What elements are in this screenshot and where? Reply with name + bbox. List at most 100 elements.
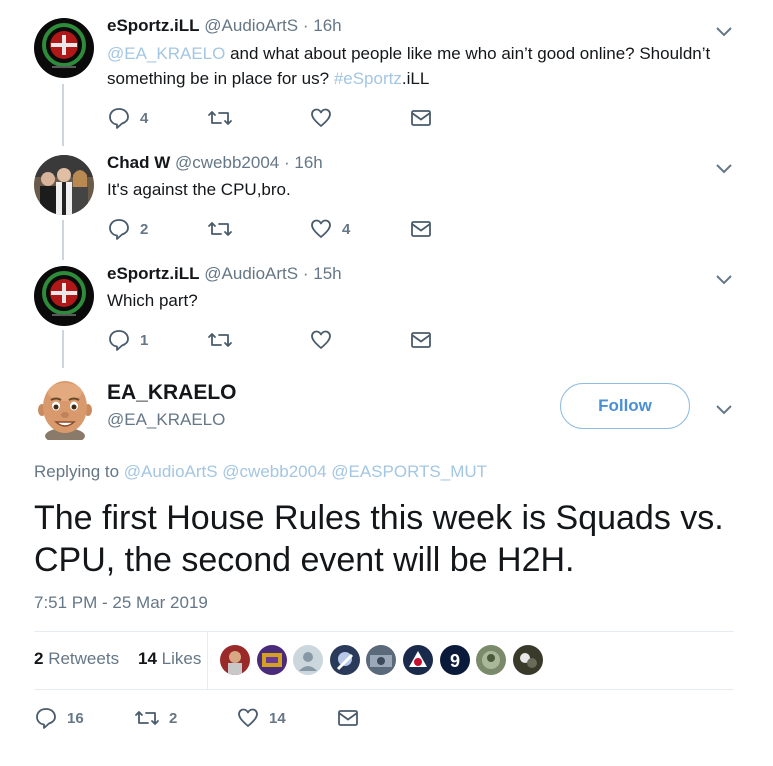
retweet-button[interactable]: 2 <box>134 706 177 730</box>
like-count: 4 <box>342 220 351 238</box>
message-button[interactable] <box>410 217 432 241</box>
liker-avatar[interactable] <box>256 645 287 675</box>
tweet-time[interactable]: 16h <box>294 153 322 172</box>
reply-icon <box>36 708 56 729</box>
liker-avatar[interactable]: 9 <box>439 645 470 675</box>
message-button[interactable] <box>337 706 359 730</box>
display-name[interactable]: Chad W <box>107 153 170 172</box>
tweet-header: eSportz.iLL @AudioArtS · 15h <box>107 264 342 284</box>
separator-dot: · <box>302 16 309 35</box>
heart-icon <box>311 330 331 349</box>
retweet-icon <box>208 333 232 347</box>
mention-link[interactable]: @EA_KRAELO <box>107 44 225 63</box>
reply-icon <box>109 108 129 129</box>
retweet-icon <box>208 222 232 236</box>
liker-avatar[interactable] <box>402 645 433 675</box>
tweet-text: It's against the CPU,bro. <box>107 180 291 199</box>
engagement-stats: 2 Retweets 14 Likes <box>34 649 201 669</box>
like-count: 14 <box>269 709 286 727</box>
retweet-button[interactable] <box>207 217 242 241</box>
likes-count: 14 <box>137 649 157 668</box>
tweet-timestamp[interactable]: 7:51 PM - 25 Mar 2019 <box>34 593 208 613</box>
tweet-tail: .iLL <box>401 69 430 88</box>
divider <box>34 631 734 632</box>
tweet-actions: 1 <box>107 328 437 352</box>
liker-avatars: 9 <box>220 645 549 675</box>
heart-icon <box>238 708 258 727</box>
liker-avatar[interactable] <box>329 645 360 675</box>
like-button[interactable] <box>309 328 342 352</box>
chevron-down-icon[interactable] <box>714 24 734 38</box>
reply-button[interactable]: 4 <box>107 106 148 130</box>
avatar[interactable] <box>34 266 94 326</box>
liker-avatar[interactable] <box>366 645 397 675</box>
memoji-avatar-icon <box>34 378 96 444</box>
hashtag-link[interactable]: #eSportz <box>334 69 402 88</box>
reply-icon <box>109 330 129 351</box>
divider <box>34 689 734 690</box>
liker-avatar[interactable] <box>476 645 507 675</box>
replying-mentions[interactable]: @AudioArtS @cwebb2004 @EASPORTS_MUT <box>124 462 487 481</box>
like-button[interactable] <box>309 106 342 130</box>
thread-line <box>62 84 64 146</box>
tweet-text: Which part? <box>107 291 198 310</box>
tweet-actions: 2 4 <box>107 217 437 241</box>
user-handle[interactable]: @EA_KRAELO <box>107 410 225 430</box>
tweet-text: @EA_KRAELO and what about people like me… <box>107 41 727 91</box>
retweet-icon <box>135 711 159 725</box>
divider <box>207 631 208 689</box>
retweet-count: 2 <box>169 709 178 727</box>
chevron-down-icon[interactable] <box>714 272 734 286</box>
likes-label: Likes <box>161 649 202 668</box>
avatar[interactable] <box>34 378 96 444</box>
liker-avatar[interactable] <box>293 645 324 675</box>
message-button[interactable] <box>410 106 432 130</box>
likes-stat[interactable]: 14 Likes <box>138 649 201 668</box>
separator-dot: · <box>302 264 309 283</box>
tweet-actions: 16 2 14 <box>34 706 374 730</box>
tweet-header: Chad W @cwebb2004 · 16h <box>107 153 323 173</box>
retweet-button[interactable] <box>207 328 242 352</box>
user-handle[interactable]: @AudioArtS <box>204 16 298 35</box>
envelope-icon <box>411 110 431 126</box>
green-ring-logo-icon <box>34 266 94 326</box>
retweets-count: 2 <box>34 649 44 668</box>
chevron-down-icon[interactable] <box>714 161 734 175</box>
display-name[interactable]: EA_KRAELO <box>107 381 237 405</box>
thread-line <box>62 330 64 368</box>
display-name[interactable]: eSportz.iLL <box>107 264 200 283</box>
separator-dot: · <box>283 153 290 172</box>
reply-icon <box>109 219 129 240</box>
reply-button[interactable]: 16 <box>34 706 84 730</box>
thread-line <box>62 220 64 260</box>
green-ring-logo-icon <box>34 18 94 78</box>
like-button[interactable]: 4 <box>309 217 350 241</box>
tweet-time[interactable]: 15h <box>313 264 341 283</box>
reply-count: 16 <box>67 709 84 727</box>
display-name[interactable]: eSportz.iLL <box>107 16 200 35</box>
envelope-icon <box>338 710 358 726</box>
follow-button[interactable]: Follow <box>560 383 690 429</box>
reply-count: 4 <box>140 109 149 127</box>
heart-icon <box>311 108 331 127</box>
liker-avatar[interactable] <box>512 645 543 675</box>
reply-button[interactable]: 1 <box>107 328 148 352</box>
tweet-header: eSportz.iLL @AudioArtS · 16h <box>107 16 342 36</box>
reply-count: 1 <box>140 331 149 349</box>
user-handle[interactable]: @cwebb2004 <box>175 153 279 172</box>
avatar[interactable] <box>34 155 94 215</box>
message-button[interactable] <box>410 328 432 352</box>
like-button[interactable]: 14 <box>236 706 286 730</box>
avatar[interactable] <box>34 18 94 78</box>
retweets-stat[interactable]: 2 Retweets <box>34 649 119 668</box>
replying-prefix: Replying to <box>34 462 124 481</box>
chevron-down-icon[interactable] <box>714 402 734 416</box>
liker-avatar[interactable] <box>220 645 250 675</box>
retweets-label: Retweets <box>48 649 120 668</box>
heart-icon <box>311 219 331 238</box>
retweet-button[interactable] <box>207 106 242 130</box>
tweet-time[interactable]: 16h <box>313 16 341 35</box>
group-photo-icon <box>34 155 94 215</box>
reply-button[interactable]: 2 <box>107 217 148 241</box>
user-handle[interactable]: @AudioArtS <box>204 264 298 283</box>
